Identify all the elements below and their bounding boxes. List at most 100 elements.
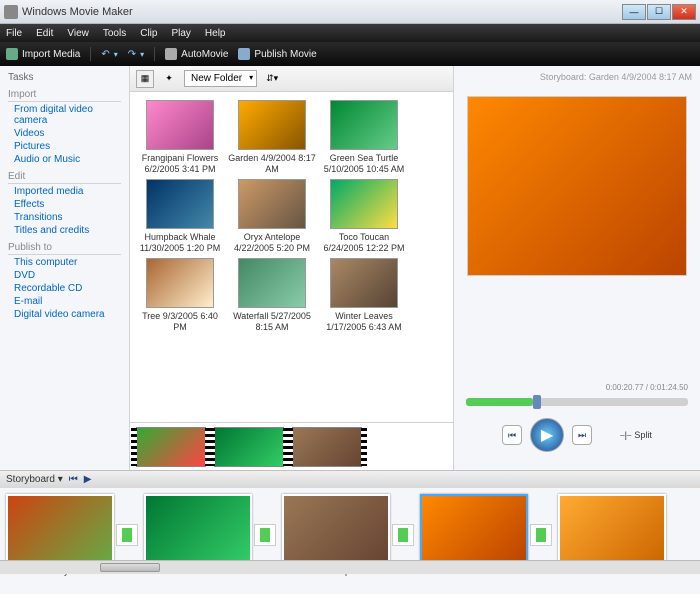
clip-image	[420, 494, 528, 564]
task-link[interactable]: Recordable CD	[14, 283, 121, 294]
window-title: Windows Movie Maker	[22, 6, 622, 18]
preview-seek-slider[interactable]	[466, 398, 688, 406]
separator	[154, 47, 155, 61]
app-icon	[4, 5, 18, 19]
task-link[interactable]: DVD	[14, 270, 121, 281]
collection-item[interactable]: Humpback Whale 11/30/2005 1:20 PM	[136, 179, 224, 254]
menu-clip[interactable]: Clip	[140, 28, 157, 39]
task-link[interactable]: Effects	[14, 199, 121, 210]
view-thumbnails-button[interactable]: ▦	[136, 70, 154, 88]
collection-item[interactable]: Oryx Antelope 4/22/2005 5:20 PM	[228, 179, 316, 254]
menu-play[interactable]: Play	[171, 28, 190, 39]
play-button[interactable]: ▶	[530, 418, 564, 452]
filmstrip-clip[interactable]	[292, 427, 362, 467]
horizontal-scrollbar[interactable]	[0, 560, 700, 574]
task-link[interactable]: From digital video camera	[14, 104, 121, 126]
task-link[interactable]: Imported media	[14, 186, 121, 197]
transition-icon	[260, 528, 270, 542]
publish-movie-button[interactable]: Publish Movie	[238, 48, 316, 60]
menu-help[interactable]: Help	[205, 28, 226, 39]
menu-edit[interactable]: Edit	[36, 28, 53, 39]
task-link[interactable]: Videos	[14, 128, 121, 139]
toolbar: Import Media ↶▾ ↷▾ AutoMovie Publish Mov…	[0, 42, 700, 66]
transition-slot[interactable]	[530, 524, 552, 546]
scrollbar-thumb[interactable]	[100, 563, 160, 572]
thumbnail-image	[146, 179, 214, 229]
transition-slot[interactable]	[254, 524, 276, 546]
preview-pane: Storyboard: Garden 4/9/2004 8:17 AM 0:00…	[454, 66, 700, 470]
thumbnail-image	[238, 100, 306, 150]
filmstrip-row	[130, 422, 453, 470]
task-link[interactable]: Audio or Music	[14, 154, 121, 165]
collection-item[interactable]: Winter Leaves 1/17/2005 6:43 AM	[320, 258, 408, 333]
split-icon: ⎯|⎯	[620, 430, 631, 441]
collection-item[interactable]: Green Sea Turtle 5/10/2005 10:45 AM	[320, 100, 408, 175]
tasks-pane: Tasks Import From digital video camera Vid…	[0, 66, 130, 470]
collection-item[interactable]: Garden 4/9/2004 8:17 AM	[228, 100, 316, 175]
transition-slot[interactable]	[392, 524, 414, 546]
thumbnail-caption: Oryx Antelope 4/22/2005 5:20 PM	[228, 232, 316, 254]
collection-item[interactable]: Frangipani Flowers 6/2/2005 3:41 PM	[136, 100, 224, 175]
import-media-button[interactable]: Import Media	[6, 48, 80, 60]
thumbnail-caption: Waterfall 5/27/2005 8:15 AM	[228, 311, 316, 333]
seek-knob[interactable]	[533, 395, 541, 409]
clip-image	[558, 494, 666, 564]
task-link[interactable]: Titles and credits	[14, 225, 121, 236]
thumbnail-caption: Garden 4/9/2004 8:17 AM	[228, 153, 316, 175]
menu-view[interactable]: View	[67, 28, 89, 39]
menu-file[interactable]: File	[6, 28, 22, 39]
transition-icon	[536, 528, 546, 542]
view-details-button[interactable]: ✦	[160, 70, 178, 88]
transition-icon	[398, 528, 408, 542]
task-link[interactable]: Pictures	[14, 141, 121, 152]
sb-rewind-button[interactable]: ⏮	[69, 474, 78, 485]
close-button[interactable]: ✕	[672, 4, 696, 20]
automovie-icon	[165, 48, 177, 60]
thumbnail-caption: Green Sea Turtle 5/10/2005 10:45 AM	[320, 153, 408, 175]
folder-dropdown[interactable]: New Folder	[184, 70, 257, 87]
preview-header: Storyboard: Garden 4/9/2004 8:17 AM	[454, 66, 700, 92]
menu-tools[interactable]: Tools	[103, 28, 126, 39]
thumbnail-image	[238, 258, 306, 308]
undo-button[interactable]: ↶▾	[101, 49, 117, 60]
publish-icon	[238, 48, 250, 60]
thumbnail-caption: Toco Toucan 6/24/2005 12:22 PM	[320, 232, 408, 254]
thumbnail-caption: Humpback Whale 11/30/2005 1:20 PM	[136, 232, 224, 254]
task-link[interactable]: Transitions	[14, 212, 121, 223]
import-icon	[6, 48, 18, 60]
task-link[interactable]: This computer	[14, 257, 121, 268]
sb-play-button[interactable]: ▶	[84, 474, 92, 485]
sort-button[interactable]: ⇵▾	[263, 70, 281, 88]
split-button[interactable]: ⎯|⎯Split	[620, 430, 652, 441]
collection-item[interactable]: Waterfall 5/27/2005 8:15 AM	[228, 258, 316, 333]
storyboard-bar: Storyboard ▾ ⏮ ▶	[0, 470, 700, 488]
task-link[interactable]: Digital video camera	[14, 309, 121, 320]
filmstrip-clip[interactable]	[136, 427, 206, 467]
filmstrip-clip[interactable]	[214, 427, 284, 467]
minimize-button[interactable]: —	[622, 4, 646, 20]
tasks-group: Publish to	[8, 242, 121, 255]
thumbnail-grid: Frangipani Flowers 6/2/2005 3:41 PMGarde…	[130, 92, 453, 422]
clip-image	[282, 494, 390, 564]
tasks-header: Tasks	[8, 72, 121, 83]
transition-slot[interactable]	[116, 524, 138, 546]
redo-button[interactable]: ↷▾	[128, 49, 144, 60]
automovie-button[interactable]: AutoMovie	[165, 48, 228, 60]
collection-item[interactable]: Tree 9/3/2005 6:40 PM	[136, 258, 224, 333]
transition-icon	[122, 528, 132, 542]
seek-progress	[466, 398, 533, 406]
titlebar: Windows Movie Maker — ☐ ✕	[0, 0, 700, 24]
menubar: File Edit View Tools Clip Play Help	[0, 24, 700, 42]
collection-toolbar: ▦ ✦ New Folder ⇵▾	[130, 66, 453, 92]
storyboard-track[interactable]: erflyLakeDesert Landscape 2/12/20...Gard…	[0, 488, 700, 594]
tasks-group: Import	[8, 89, 121, 102]
thumbnail-image	[330, 258, 398, 308]
preview-image	[467, 96, 687, 276]
prev-frame-button[interactable]: ⏮	[502, 425, 522, 445]
next-frame-button[interactable]: ⏭	[572, 425, 592, 445]
storyboard-dropdown[interactable]: Storyboard ▾	[6, 474, 63, 485]
task-link[interactable]: E-mail	[14, 296, 121, 307]
collection-item[interactable]: Toco Toucan 6/24/2005 12:22 PM	[320, 179, 408, 254]
maximize-button[interactable]: ☐	[647, 4, 671, 20]
collection-pane: ▦ ✦ New Folder ⇵▾ Frangipani Flowers 6/2…	[130, 66, 454, 470]
